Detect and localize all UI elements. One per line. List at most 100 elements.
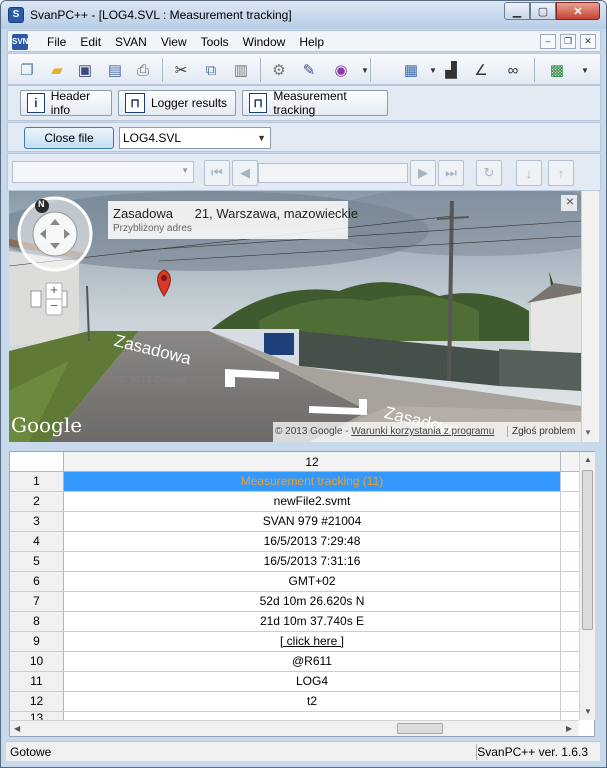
table-cell[interactable]: Measurement tracking (11)	[64, 472, 561, 492]
row-header[interactable]: 12	[10, 692, 64, 712]
table-cell[interactable]	[64, 712, 561, 720]
terms-link[interactable]: Warunki korzystania z programu	[351, 426, 494, 437]
compass-control[interactable]	[17, 196, 93, 272]
report-problem-link[interactable]: Zgłoś problem	[507, 426, 575, 437]
chevron-down-icon[interactable]: ▼	[574, 59, 596, 81]
table-row[interactable]: 10 @R611	[10, 652, 579, 672]
row-header[interactable]: 13	[10, 712, 64, 720]
vertical-scroll-thumb[interactable]	[582, 470, 593, 630]
close-file-button[interactable]: Close file	[24, 127, 114, 149]
scroll-up-icon[interactable]: ▲	[584, 455, 592, 464]
table-row[interactable]: 3 SVAN 979 #21004	[10, 512, 579, 532]
export-excel-icon[interactable]: ▩	[546, 59, 568, 81]
paste-icon[interactable]: ▥	[230, 59, 252, 81]
menu-file[interactable]: File	[40, 34, 73, 50]
mdi-restore-button[interactable]: ❐	[560, 34, 576, 49]
row-header[interactable]: 1	[10, 472, 64, 492]
file-select[interactable]: LOG4.SVL ▼	[119, 127, 271, 149]
google-logo[interactable]: Google	[11, 413, 82, 437]
save-as-icon[interactable]: ▤	[104, 59, 126, 81]
app-logo-icon[interactable]: S	[8, 7, 24, 23]
open-folder-icon[interactable]: ▰	[46, 59, 68, 81]
wireless-transfer-icon[interactable]: ◉	[330, 59, 352, 81]
vertical-scrollbar[interactable]: ▲ ▼	[579, 452, 595, 720]
close-button[interactable]: ✕	[556, 2, 600, 20]
refresh-icon[interactable]: ↻	[476, 160, 502, 186]
table-row[interactable]: 7 52d 10m 26.620s N	[10, 592, 579, 612]
next-record-icon[interactable]: ▶	[410, 160, 436, 186]
table-row[interactable]: 11 LOG4	[10, 672, 579, 692]
table-row[interactable]: 5 16/5/2013 7:31:16	[10, 552, 579, 572]
table-cell[interactable]: GMT+02	[64, 572, 561, 592]
title-bar[interactable]: S SvanPC++ - [LOG4.SVL : Measurement tra…	[1, 1, 606, 29]
horizontal-scrollbar[interactable]: ◀ ▶	[10, 720, 579, 736]
scroll-down-icon[interactable]: ▼	[584, 707, 592, 716]
row-header[interactable]: 10	[10, 652, 64, 672]
table-cell[interactable]: @R611	[64, 652, 561, 672]
link-text[interactable]: [ click here ]	[280, 634, 344, 648]
menu-view[interactable]: View	[154, 34, 194, 50]
zoom-out-button[interactable]: −	[46, 298, 62, 313]
table-cell[interactable]: 16/5/2013 7:31:16	[64, 552, 561, 572]
table-cell[interactable]: 52d 10m 26.620s N	[64, 592, 561, 612]
street-view-panel[interactable]: N + − Zasadowa 21, Warszawa, mazowieckie…	[9, 191, 581, 442]
calculator-icon[interactable]: ▦	[400, 59, 422, 81]
chevron-down-icon[interactable]: ▼	[354, 59, 376, 81]
previous-record-icon[interactable]: ◀	[232, 160, 258, 186]
save-icon[interactable]: ▣	[74, 59, 96, 81]
row-header[interactable]: 5	[10, 552, 64, 572]
table-row[interactable]: 2 newFile2.svmt	[10, 492, 579, 512]
move-down-icon[interactable]: ↓	[516, 160, 542, 186]
horizontal-scroll-thumb[interactable]	[397, 723, 443, 734]
mdi-close-button[interactable]: ✕	[580, 34, 596, 49]
tab-logger-results[interactable]: ⊓ Logger results	[118, 90, 236, 116]
maximize-button[interactable]: ▢	[530, 2, 556, 20]
table-cell[interactable]: newFile2.svmt	[64, 492, 561, 512]
close-panel-button[interactable]: ×	[562, 193, 578, 209]
menu-edit[interactable]: Edit	[73, 34, 108, 50]
chevron-down-icon[interactable]: ▼	[257, 128, 266, 148]
zoom-in-button[interactable]: +	[46, 282, 62, 297]
mdi-minimize-button[interactable]: –	[540, 34, 556, 49]
bar-chart-icon[interactable]: ▟	[440, 59, 462, 81]
table-row[interactable]: 1 Measurement tracking (11)	[10, 472, 579, 492]
row-header[interactable]: 4	[10, 532, 64, 552]
print-icon[interactable]: ⎙	[132, 59, 154, 81]
record-select[interactable]: ▼	[12, 161, 194, 183]
settings-gear-icon[interactable]: ⚙	[268, 59, 290, 81]
tab-measurement-tracking[interactable]: ⊓ Measurement tracking	[242, 89, 388, 117]
tab-header-info[interactable]: i Header info	[20, 89, 112, 117]
record-position-field[interactable]	[258, 163, 408, 183]
table-row[interactable]: 9 [ click here ]	[10, 632, 579, 652]
document-icon[interactable]: SVN	[12, 34, 28, 50]
table-row[interactable]: 4 16/5/2013 7:29:48	[10, 532, 579, 552]
row-header[interactable]: 8	[10, 612, 64, 632]
row-header[interactable]: 3	[10, 512, 64, 532]
binoculars-icon[interactable]: ∞	[502, 59, 524, 81]
cut-icon[interactable]: ✂	[170, 59, 192, 81]
menu-window[interactable]: Window	[236, 34, 293, 50]
copy-document-icon[interactable]: ❐	[16, 59, 38, 81]
table-cell[interactable]: SVAN 979 #21004	[64, 512, 561, 532]
table-row[interactable]: 6 GMT+02	[10, 572, 579, 592]
table-row[interactable]: 8 21d 10m 37.740s E	[10, 612, 579, 632]
row-header[interactable]: 11	[10, 672, 64, 692]
tracking-grid[interactable]: 12 1 Measurement tracking (11) 2 newFile2.…	[9, 451, 595, 737]
menu-help[interactable]: Help	[292, 34, 331, 50]
menu-svan[interactable]: SVAN	[108, 34, 154, 50]
row-header[interactable]: 7	[10, 592, 64, 612]
table-cell[interactable]: 21d 10m 37.740s E	[64, 612, 561, 632]
microphone-icon[interactable]: ✎	[298, 59, 320, 81]
first-record-icon[interactable]: ⏮	[204, 160, 230, 186]
menu-tools[interactable]: Tools	[194, 34, 236, 50]
table-cell[interactable]: 16/5/2013 7:29:48	[64, 532, 561, 552]
chevron-down-icon[interactable]: ▼	[584, 428, 592, 437]
last-record-icon[interactable]: ⏭	[438, 160, 464, 186]
scroll-left-icon[interactable]: ◀	[14, 724, 20, 733]
table-cell[interactable]: LOG4	[64, 672, 561, 692]
click-here-link[interactable]: [ click here ]	[64, 632, 561, 652]
row-header[interactable]: 6	[10, 572, 64, 592]
line-chart-icon[interactable]: ∠	[470, 59, 492, 81]
row-header[interactable]: 9	[10, 632, 64, 652]
row-header[interactable]: 2	[10, 492, 64, 512]
